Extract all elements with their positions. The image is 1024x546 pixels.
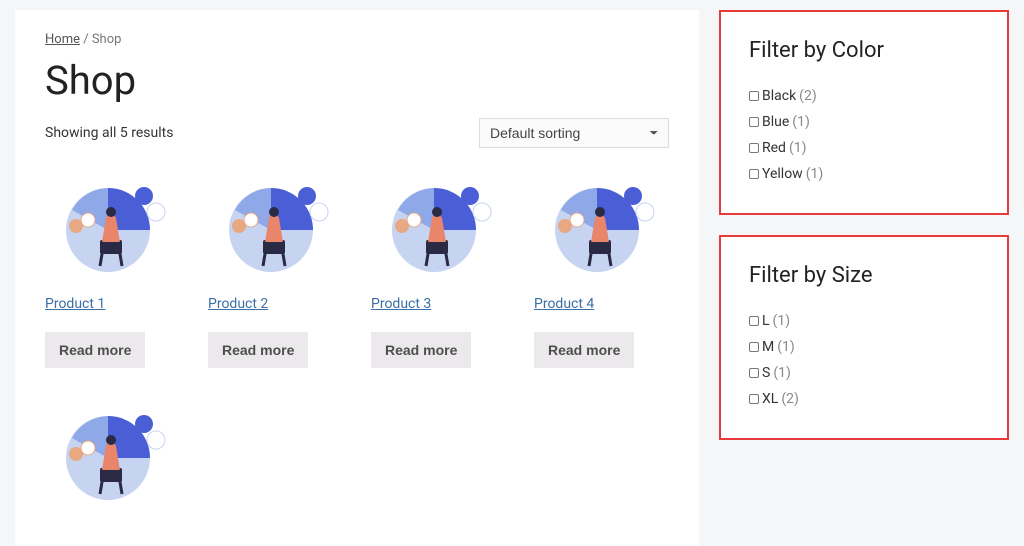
filter-count: (1) bbox=[773, 313, 791, 329]
filter-label: M bbox=[762, 339, 774, 355]
filter-size-title: Filter by Size bbox=[749, 263, 979, 288]
filter-count: (1) bbox=[792, 114, 810, 130]
filter-count: (1) bbox=[777, 339, 795, 355]
filter-color-title: Filter by Color bbox=[749, 38, 979, 63]
results-count-text: Showing all 5 results bbox=[45, 125, 173, 141]
product-card: Product 3 Read more bbox=[371, 168, 506, 368]
filter-count: (2) bbox=[781, 391, 799, 407]
filter-size-list: L (1) M (1) S (1) XL (2) bbox=[749, 308, 979, 412]
product-grid: Product 1 Read more bbox=[45, 168, 669, 524]
checkbox-icon bbox=[749, 316, 759, 326]
filter-option-m[interactable]: M (1) bbox=[749, 334, 979, 360]
product-title-link[interactable]: Product 3 bbox=[371, 296, 506, 312]
product-title-link[interactable]: Product 1 bbox=[45, 296, 180, 312]
sort-select[interactable]: Default sorting bbox=[479, 118, 669, 148]
filter-color-widget: Filter by Color Black (2) Blue (1) Red (… bbox=[719, 10, 1009, 215]
breadcrumb-sep: / bbox=[80, 32, 92, 47]
product-card: Product 4 Read more bbox=[534, 168, 669, 368]
filter-option-blue[interactable]: Blue (1) bbox=[749, 109, 979, 135]
checkbox-icon bbox=[749, 368, 759, 378]
product-image[interactable] bbox=[547, 168, 657, 278]
filter-option-xl[interactable]: XL (2) bbox=[749, 386, 979, 412]
filter-label: XL bbox=[762, 391, 778, 407]
filter-count: (1) bbox=[789, 140, 807, 156]
read-more-button[interactable]: Read more bbox=[534, 332, 634, 368]
product-illustration-icon bbox=[547, 168, 657, 278]
product-card: Product 1 Read more bbox=[45, 168, 180, 368]
filter-option-yellow[interactable]: Yellow (1) bbox=[749, 161, 979, 187]
sidebar: Filter by Color Black (2) Blue (1) Red (… bbox=[719, 10, 1009, 546]
product-illustration-icon bbox=[58, 396, 168, 506]
read-more-button[interactable]: Read more bbox=[371, 332, 471, 368]
product-image[interactable] bbox=[384, 168, 494, 278]
filter-option-red[interactable]: Red (1) bbox=[749, 135, 979, 161]
filter-label: L bbox=[762, 313, 770, 329]
filter-option-s[interactable]: S (1) bbox=[749, 360, 979, 386]
filter-color-list: Black (2) Blue (1) Red (1) Yellow (1) bbox=[749, 83, 979, 187]
product-image[interactable] bbox=[221, 168, 331, 278]
filter-count: (2) bbox=[799, 88, 817, 104]
product-card bbox=[45, 396, 180, 524]
filter-count: (1) bbox=[806, 166, 824, 182]
breadcrumb: Home / Shop bbox=[45, 32, 669, 47]
checkbox-icon bbox=[749, 143, 759, 153]
filter-count: (1) bbox=[773, 365, 791, 381]
filter-label: Blue bbox=[762, 114, 789, 130]
main-content: Home / Shop Shop Showing all 5 results D… bbox=[15, 10, 699, 546]
breadcrumb-home-link[interactable]: Home bbox=[45, 32, 80, 47]
product-image[interactable] bbox=[58, 168, 168, 278]
breadcrumb-current: Shop bbox=[92, 32, 122, 47]
filter-option-l[interactable]: L (1) bbox=[749, 308, 979, 334]
product-title-link[interactable]: Product 4 bbox=[534, 296, 669, 312]
product-image[interactable] bbox=[58, 396, 168, 506]
checkbox-icon bbox=[749, 394, 759, 404]
product-illustration-icon bbox=[58, 168, 168, 278]
filter-option-black[interactable]: Black (2) bbox=[749, 83, 979, 109]
read-more-button[interactable]: Read more bbox=[208, 332, 308, 368]
product-title-link[interactable]: Product 2 bbox=[208, 296, 343, 312]
filter-label: Yellow bbox=[762, 166, 803, 182]
product-illustration-icon bbox=[384, 168, 494, 278]
product-card: Product 2 Read more bbox=[208, 168, 343, 368]
checkbox-icon bbox=[749, 117, 759, 127]
page-title: Shop bbox=[45, 57, 669, 104]
product-illustration-icon bbox=[221, 168, 331, 278]
filter-label: S bbox=[762, 365, 770, 381]
checkbox-icon bbox=[749, 91, 759, 101]
filter-label: Red bbox=[762, 140, 786, 156]
filter-label: Black bbox=[762, 88, 796, 104]
read-more-button[interactable]: Read more bbox=[45, 332, 145, 368]
checkbox-icon bbox=[749, 342, 759, 352]
checkbox-icon bbox=[749, 169, 759, 179]
filter-size-widget: Filter by Size L (1) M (1) S (1) XL (2) bbox=[719, 235, 1009, 440]
